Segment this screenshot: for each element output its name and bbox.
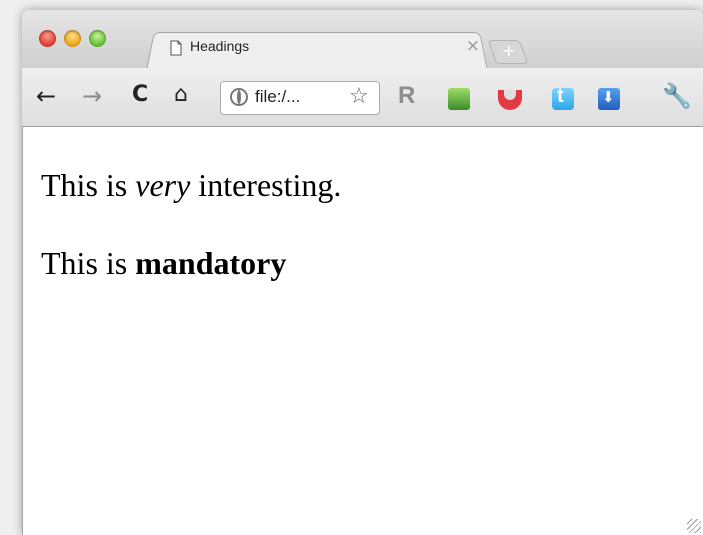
twitter-extension-icon[interactable]: t [552, 85, 574, 110]
plus-icon: + [502, 41, 516, 60]
globe-icon [230, 88, 248, 106]
address-bar[interactable]: file:/... ☆ [220, 81, 380, 115]
browser-window: Headings × + ← → C ⌂ file:/... ☆ R t ⬇ 🔧… [22, 10, 703, 535]
home-icon[interactable]: ⌂ [174, 82, 188, 107]
strong-text: mandatory [135, 245, 287, 281]
download-extension-icon[interactable]: ⬇ [598, 88, 620, 110]
zoom-window-button[interactable] [89, 30, 106, 47]
forward-arrow-icon[interactable]: → [82, 82, 102, 110]
download-arrow-icon: ⬇ [602, 88, 615, 106]
minimize-window-button[interactable] [64, 30, 81, 47]
twitter-letter: t [557, 85, 564, 107]
reload-icon[interactable]: C [132, 82, 148, 107]
green-extension-icon[interactable] [448, 88, 470, 110]
magnet-extension-icon[interactable] [498, 90, 522, 110]
tab-title: Headings [190, 38, 250, 54]
emphasis-text: very [135, 167, 191, 203]
paragraph-mandatory: This is mandatory [41, 245, 286, 282]
r-extension-icon[interactable]: R [398, 82, 415, 110]
paragraph-very-interesting: This is very interesting. [41, 167, 341, 204]
back-arrow-icon[interactable]: ← [36, 82, 56, 110]
title-bar: Headings × + [22, 10, 703, 71]
paragraph-text: This is [41, 167, 136, 203]
tab-close-icon[interactable]: × [466, 36, 480, 56]
page-icon [170, 40, 182, 56]
close-window-button[interactable] [39, 30, 56, 47]
paragraph-text: interesting. [190, 167, 342, 203]
page-content: This is very interesting. This is mandat… [22, 127, 703, 535]
resize-handle[interactable] [687, 519, 701, 533]
paragraph-text: This is [41, 245, 136, 281]
url-text[interactable]: file:/... [255, 87, 300, 107]
bookmark-star-icon[interactable]: ☆ [349, 84, 369, 109]
wrench-icon[interactable]: 🔧 [662, 82, 692, 110]
tab-content[interactable]: Headings × [154, 36, 484, 66]
toolbar: ← → C ⌂ file:/... ☆ R t ⬇ 🔧 [22, 68, 703, 127]
